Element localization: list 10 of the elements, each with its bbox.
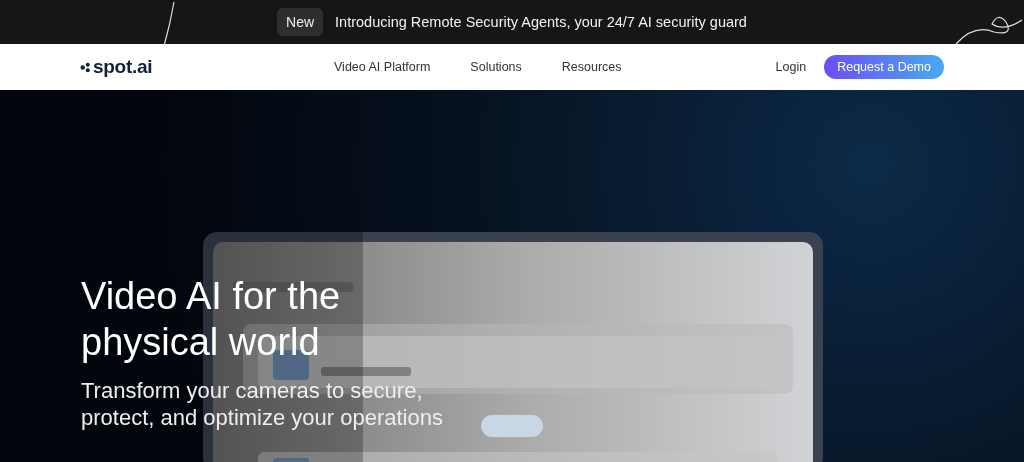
nav-link[interactable]: Video AI Platform xyxy=(334,60,431,74)
new-badge: New xyxy=(277,8,324,36)
login-link[interactable]: Login xyxy=(775,60,807,74)
request-demo-button[interactable]: Request a Demo xyxy=(824,55,944,79)
logo[interactable]: spot.ai xyxy=(80,56,153,78)
nav-link[interactable]: Solutions xyxy=(470,60,522,74)
hero-headline: Video AI for the physical world xyxy=(81,274,342,365)
announcement-link[interactable]: Introducing Remote Security Agents, your 24/7 AI security guard xyxy=(335,14,747,30)
hero-subtitle: Transform your cameras to secure, protect, and optimize your operations xyxy=(81,377,444,431)
nav-link[interactable]: Resources xyxy=(561,60,622,74)
